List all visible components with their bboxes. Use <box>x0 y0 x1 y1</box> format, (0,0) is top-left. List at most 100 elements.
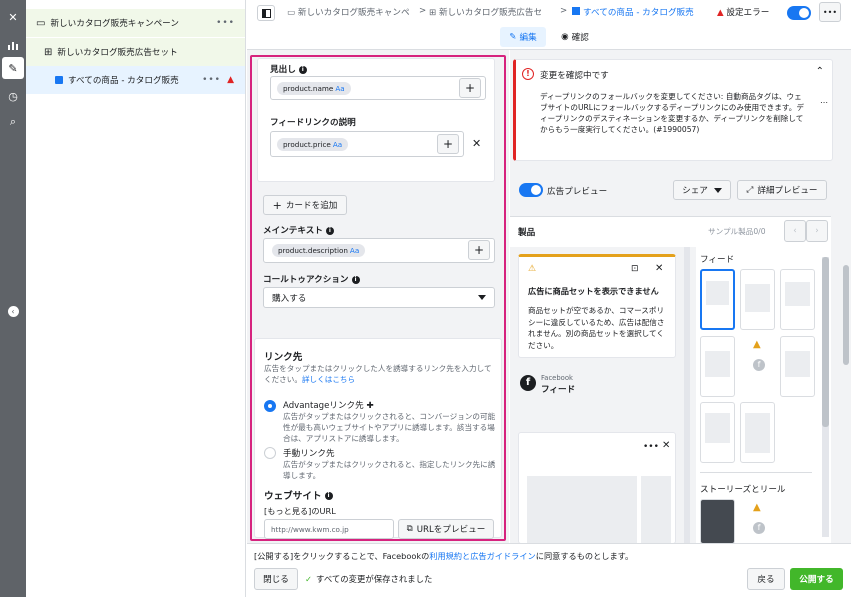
campaign-tree: ▭ 新しいカタログ販売キャンペーン ••• ⊞ 新しいカタログ販売広告セット す… <box>26 0 246 597</box>
tree-item-ad[interactable]: すべての商品 - カタログ販売 ••• ▲ <box>26 66 245 94</box>
alert-more-icon[interactable]: ⋯ <box>820 98 828 107</box>
tree-campaign-label: 新しいカタログ販売キャンペーン <box>50 19 179 29</box>
ad-more-icon[interactable]: ••• <box>202 75 221 85</box>
placement-thumb[interactable] <box>740 402 775 463</box>
chart-icon[interactable] <box>2 34 24 56</box>
main-text-label: メインテキスト i <box>263 224 334 236</box>
preview-url-button[interactable]: ⧉ URLをプレビュー <box>398 519 494 539</box>
main-text-field[interactable]: product.description Aa + <box>263 238 495 263</box>
preview-pane: ! 変更を確認中です ⌃ ディープリンクのフォールバックを変更してください: 自… <box>510 50 851 546</box>
chevron-down-icon <box>478 295 486 300</box>
breadcrumb-separator: > <box>419 6 427 16</box>
pencil-icon[interactable]: ✎ <box>2 57 24 79</box>
sidebar-toggle-icon[interactable] <box>257 5 275 21</box>
sample-count: サンプル製品0/0 <box>708 227 766 236</box>
clock-icon[interactable]: ◷ <box>2 85 24 107</box>
page-scrollbar[interactable] <box>843 265 849 365</box>
share-button[interactable]: シェア <box>673 180 731 200</box>
advantage-radio[interactable] <box>264 400 276 412</box>
ad-icon <box>55 76 63 84</box>
opt2-title: 手動リンク先 <box>283 449 335 459</box>
terms-link[interactable]: 利用規約と広告ガイドライン <box>429 551 535 561</box>
cta-select[interactable]: 購入する <box>263 287 495 308</box>
placement-thumb[interactable] <box>700 402 735 463</box>
mock-feed-post: ••• ✕ <box>518 432 676 546</box>
breadcrumb-campaign[interactable]: ▭ 新しいカタログ販売キャンペ <box>287 6 410 18</box>
facebook-icon: f <box>520 375 536 391</box>
opt1-desc: 広告がタップまたはクリックされると、コンバージョンの可能性が最も高いウェブサイト… <box>283 412 496 443</box>
headline-field[interactable]: product.name Aa + <box>270 76 486 100</box>
link-section: リンク先 広告をタップまたはクリックした人を誘導するリンク先を入力してください。… <box>254 338 502 539</box>
story-thumb[interactable] <box>700 499 735 544</box>
product-label: 製品 <box>518 228 536 238</box>
add-main-text-button[interactable]: + <box>468 240 490 260</box>
header-more-button[interactable]: ••• <box>819 2 841 22</box>
terms-text: [公開する]をクリックすることで、Facebookの利用規約と広告ガイドラインに… <box>254 551 634 561</box>
alert-body: ディープリンクのフォールバックを変更してください: 自動商品タグは、ウェブサイト… <box>540 92 804 134</box>
add-feed-desc-button[interactable]: + <box>437 134 459 154</box>
tab-edit[interactable]: ✎ 編集 <box>500 27 546 47</box>
cta-label: コールトゥアクション i <box>263 273 360 285</box>
close-warning-icon[interactable]: ✕ <box>655 263 663 274</box>
saved-status: ✓ すべての変更が保存されました <box>305 574 433 584</box>
breadcrumb-adset[interactable]: ⊞ 新しいカタログ販売広告セ <box>429 6 542 18</box>
breadcrumb-separator: > <box>560 6 568 16</box>
collapse-icon[interactable]: ‹ <box>2 300 24 322</box>
chevron-up-icon[interactable]: ⌃ <box>816 66 824 77</box>
error-alert: ! 変更を確認中です ⌃ ディープリンクのフォールバックを変更してください: 自… <box>513 59 833 161</box>
edit-pane: 見出し i product.name Aa + フィードリンクの説明 product… <box>247 50 509 543</box>
close-icon[interactable]: ✕ <box>2 6 24 28</box>
ad-status-toggle[interactable] <box>787 6 811 20</box>
placement-thumb[interactable] <box>780 269 815 330</box>
manual-radio[interactable] <box>264 447 276 459</box>
tree-adset-label: 新しいカタログ販売広告セット <box>57 48 178 58</box>
remove-icon[interactable]: ✕ <box>472 137 481 150</box>
error-circle-icon: ! <box>522 68 534 80</box>
footer-bar: [公開する]をクリックすることで、Facebookの利用規約と広告ガイドラインに… <box>247 543 851 597</box>
placement-thumb[interactable] <box>700 336 735 397</box>
back-button[interactable]: 戻る <box>747 568 785 590</box>
search-icon[interactable]: ⌕ <box>2 111 24 133</box>
add-headline-button[interactable]: + <box>459 78 481 98</box>
publish-button[interactable]: 公開する <box>790 568 843 590</box>
next-arrow-icon[interactable]: › <box>806 220 828 242</box>
prev-arrow-icon[interactable]: ‹ <box>784 220 806 242</box>
detail-preview-button[interactable]: ⤢ 詳細プレビュー <box>737 180 827 200</box>
close-button[interactable]: 閉じる <box>254 568 298 590</box>
placement-thumb[interactable] <box>700 269 735 330</box>
warning-icon: ⚠ <box>528 264 537 274</box>
see-more-url-label: [もっと見る]のURL <box>264 506 336 516</box>
opt2-desc: 広告がタップまたはクリックされると、指定したリンク先に誘導します。 <box>283 460 496 480</box>
link-desc: 広告をタップまたはクリックした人を誘導するリンク先を入力してください。詳しくはこ… <box>264 364 492 384</box>
url-input[interactable]: http://www.kwm.co.jp <box>264 519 394 539</box>
preview-toggle[interactable] <box>519 183 543 197</box>
scrollbar[interactable] <box>684 247 690 544</box>
story-thumb-warning[interactable]: ▲ f <box>740 499 775 544</box>
feed-heading: フィード <box>700 255 735 265</box>
campaign-more-icon[interactable]: ••• <box>216 18 235 28</box>
settings-error[interactable]: ▲ 設定エラー <box>717 6 769 18</box>
placement-thumb[interactable] <box>780 336 815 397</box>
warning-card: ⚠ ⊡ ✕ 広告に商品セットを表示できません 商品セットが空であるか、コマースポ… <box>518 254 676 358</box>
placement-thumb[interactable] <box>740 269 775 330</box>
opt1-title: Advantageリンク先 ✚ <box>283 401 374 411</box>
left-rail: ✕ ✎ ◷ ⌕ ‹ <box>0 0 26 597</box>
website-label: ウェブサイト i <box>264 488 333 502</box>
learn-more-link[interactable]: 詳しくはこちら <box>302 375 355 384</box>
link-title: リンク先 <box>264 352 303 363</box>
placement-thumb-warning[interactable]: ▲ f <box>740 336 775 397</box>
scrollbar[interactable] <box>822 257 829 537</box>
feedback-icon[interactable]: ⊡ <box>631 264 639 274</box>
carousel-card: 見出し i product.name Aa + フィードリンクの説明 product… <box>257 58 495 182</box>
add-card-button[interactable]: + カードを追加 <box>263 195 347 215</box>
headline-label: 見出し i <box>270 63 307 75</box>
feed-desc-label: フィードリンクの説明 <box>270 118 356 128</box>
tree-ad-label: すべての商品 - カタログ販売 <box>68 76 179 86</box>
tree-item-adset[interactable]: ⊞ 新しいカタログ販売広告セット <box>26 38 245 66</box>
tree-item-campaign[interactable]: ▭ 新しいカタログ販売キャンペーン ••• <box>26 9 245 37</box>
header-bar: ▭ 新しいカタログ販売キャンペ > ⊞ 新しいカタログ販売広告セ > すべての商… <box>247 0 851 50</box>
preview-area: 製品 サンプル製品0/0 ‹ › ⚠ ⊡ ✕ 広告に商品セットを表示できません … <box>510 216 831 546</box>
tab-review[interactable]: ◉ 確認 <box>552 27 598 47</box>
breadcrumb-ad[interactable]: すべての商品 - カタログ販売 <box>572 6 694 18</box>
feed-desc-field[interactable]: product.price Aa + <box>270 131 464 157</box>
